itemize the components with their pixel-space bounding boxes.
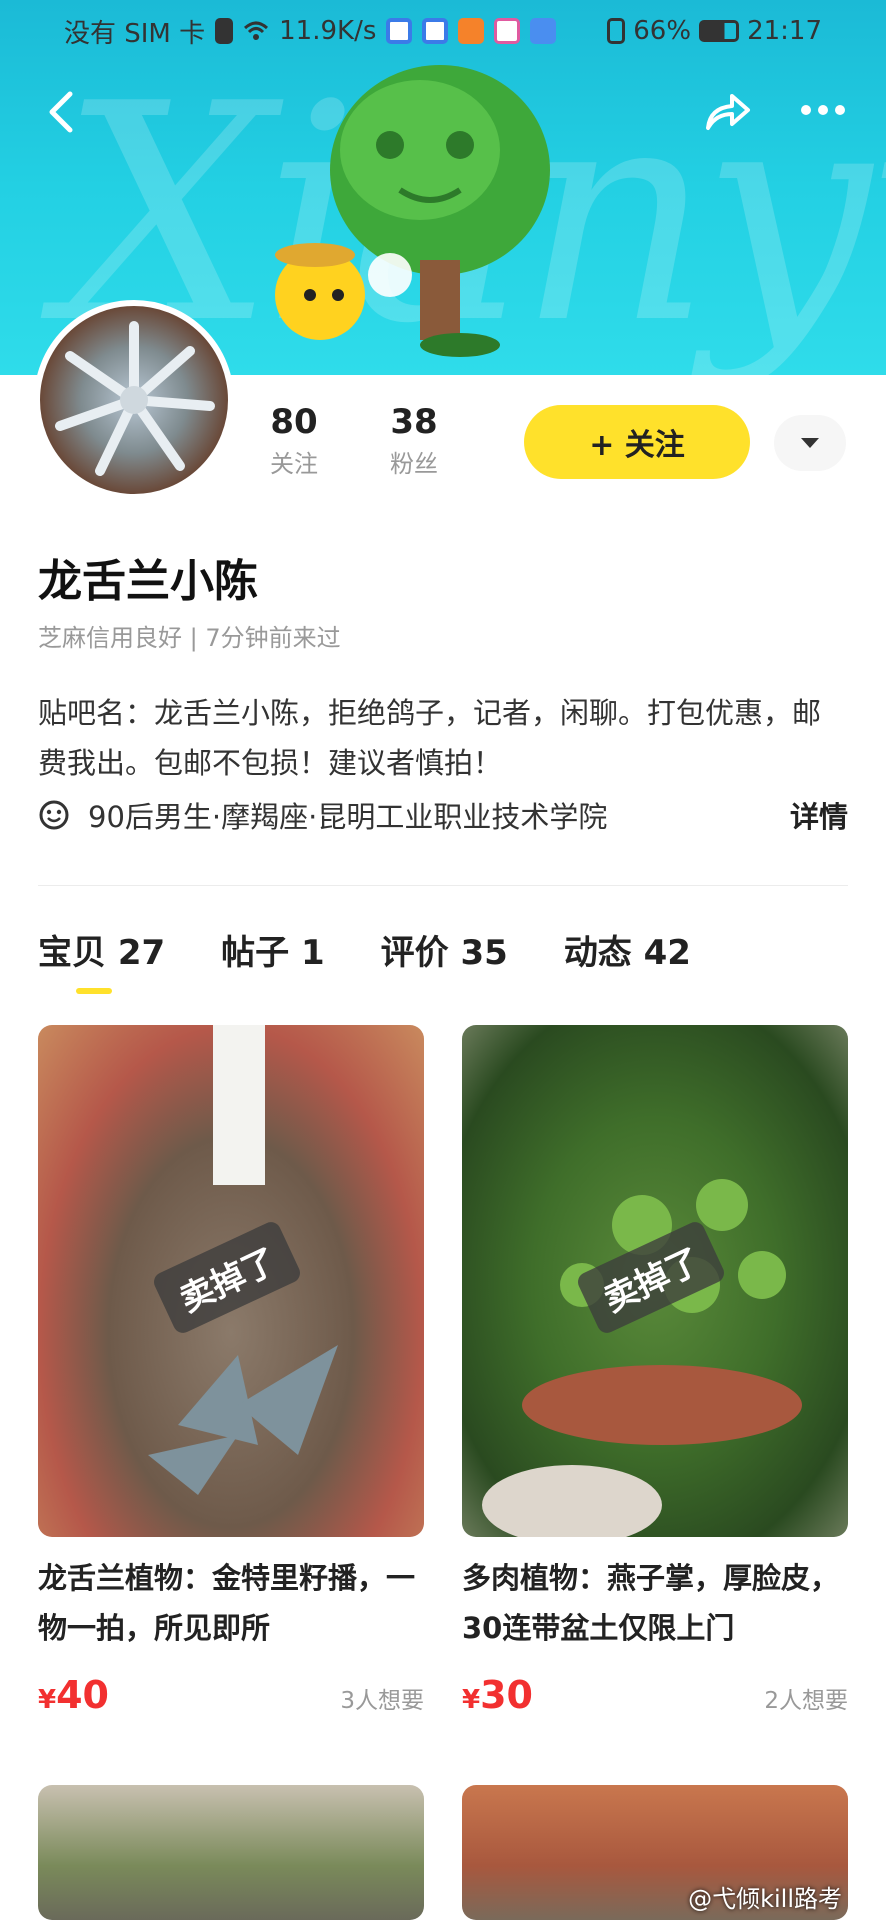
watermark: @弋倾kill路考 (688, 1885, 842, 1913)
item-title: 多肉植物：燕子掌，厚脸皮，30连带盆土仅限上门 (462, 1561, 840, 1645)
avatar[interactable] (34, 300, 234, 500)
divider (38, 885, 848, 886)
carrier-text: 没有 SIM 卡 (64, 18, 206, 49)
item-title: 龙舌兰植物：金特里籽播，一物一拍，所见即所 (38, 1561, 416, 1645)
sim-icon (215, 18, 234, 44)
detail-link[interactable]: 详情 (790, 794, 848, 836)
network-speed: 11.9K/s (279, 16, 377, 46)
item-image: @弋倾kill路考 (462, 1785, 848, 1920)
battery-icon (699, 20, 740, 42)
following-count: 80 (270, 402, 318, 442)
tab-reviews[interactable]: 评价 35 (381, 925, 508, 974)
followers-count: 38 (390, 402, 438, 442)
agave-plant-image (55, 321, 215, 476)
navbar (0, 78, 886, 148)
item-price: 30 (480, 1673, 533, 1717)
item-wants: 3人想要 (340, 1688, 424, 1714)
tab-posts[interactable]: 帖子 1 (221, 925, 325, 974)
credit-status: 芝麻信用良好 | 7分钟前来过 (38, 624, 341, 652)
item-card[interactable]: 卖掉了 龙舌兰植物：金特里籽播，一物一拍，所见即所 ¥ 40 3人想要 (38, 1025, 424, 1717)
followers-stat[interactable]: 38 粉丝 (390, 402, 438, 479)
more-icon[interactable] (798, 100, 848, 120)
share-icon[interactable] (702, 88, 752, 136)
status-bar: 没有 SIM 卡 11.9K/s 66% 21:17 (0, 0, 886, 62)
bulb-app-icon (422, 18, 449, 44)
following-stat[interactable]: 80 关注 (270, 402, 318, 479)
item-card[interactable]: @弋倾kill路考 (462, 1785, 848, 1920)
item-price: 40 (56, 1673, 109, 1717)
price-symbol: ¥ (38, 1685, 57, 1715)
profile-info-row[interactable]: 90后男生·摩羯座·昆明工业职业技术学院 详情 (38, 795, 848, 835)
followers-label: 粉丝 (390, 450, 438, 478)
smiley-icon (39, 800, 69, 830)
item-image: 卖掉了 (462, 1025, 848, 1537)
vibrate-icon (607, 18, 626, 44)
chat-app-icon (494, 18, 521, 44)
profile-bio: 贴吧名：龙舌兰小陈，拒绝鸽子，记者，闲聊。打包优惠，邮费我出。包邮不包损！建议者… (38, 696, 822, 780)
tab-items[interactable]: 宝贝 27 (38, 925, 165, 974)
tab-activity[interactable]: 动态 42 (564, 925, 691, 974)
back-icon[interactable] (40, 88, 84, 136)
item-card[interactable] (38, 1785, 424, 1920)
item-image: 卖掉了 (38, 1025, 424, 1537)
profile-info-text: 90后男生·摩羯座·昆明工业职业技术学院 (88, 800, 608, 834)
dropdown-button[interactable] (774, 415, 846, 471)
battery-percent: 66% (633, 16, 692, 46)
item-card[interactable]: 卖掉了 多肉植物：燕子掌，厚脸皮，30连带盆土仅限上门 ¥ 30 2人想要 (462, 1025, 848, 1717)
chevron-down-icon (801, 438, 819, 448)
shield-app-icon (386, 18, 413, 44)
price-symbol: ¥ (462, 1685, 481, 1715)
tab-indicator (76, 988, 112, 994)
profile-name: 龙舌兰小陈 (38, 556, 258, 607)
item-wants: 2人想要 (764, 1688, 848, 1714)
clock-time: 21:17 (747, 16, 822, 46)
follow-button[interactable]: + 关注 (524, 405, 750, 479)
following-label: 关注 (270, 450, 318, 478)
wifi-icon (243, 18, 269, 44)
play-app-icon (458, 18, 485, 44)
cloud-app-icon (530, 18, 557, 44)
tab-bar: 宝贝 27 帖子 1 评价 35 动态 42 (38, 925, 691, 974)
item-image (38, 1785, 424, 1920)
